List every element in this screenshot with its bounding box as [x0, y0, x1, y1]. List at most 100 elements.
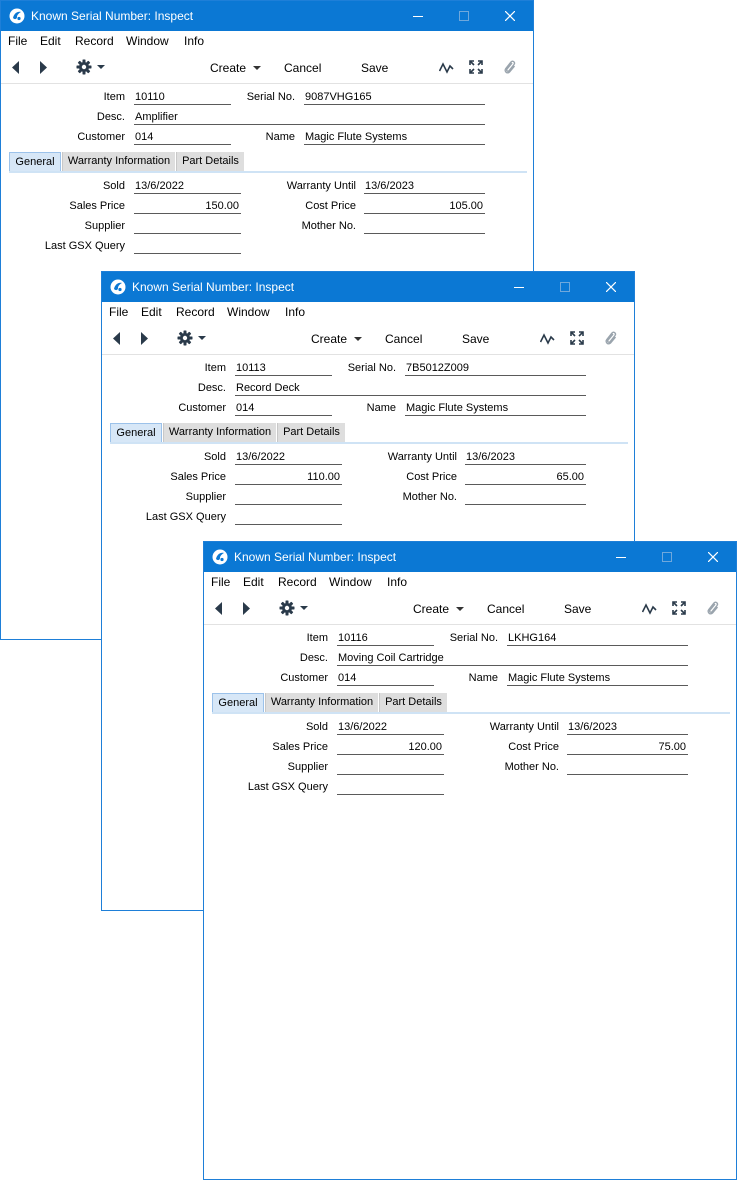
customer-field[interactable]: 014 [235, 401, 332, 416]
prev-record-icon[interactable] [12, 61, 20, 77]
next-record-icon[interactable] [39, 61, 47, 77]
tab-warranty-information[interactable]: Warranty Information [163, 423, 276, 443]
sales-price-field[interactable]: 120.00 [337, 740, 444, 755]
supplier-field[interactable] [235, 490, 342, 505]
minimize-icon[interactable] [395, 1, 441, 31]
attachment-icon[interactable] [503, 59, 517, 79]
cost-price-field[interactable]: 75.00 [567, 740, 688, 755]
gear-icon[interactable] [279, 600, 309, 619]
menu-window[interactable]: Window [227, 305, 270, 319]
prev-record-icon[interactable] [113, 332, 121, 348]
cancel-button[interactable]: Cancel [487, 602, 524, 616]
title-bar[interactable]: Known Serial Number: Inspect [1, 1, 533, 31]
customer-field[interactable]: 014 [134, 130, 231, 145]
minimize-icon[interactable] [598, 542, 644, 572]
save-button[interactable]: Save [564, 602, 591, 616]
mother-no-field[interactable] [364, 219, 485, 234]
menu-record[interactable]: Record [75, 34, 114, 48]
close-icon[interactable] [690, 542, 736, 572]
menu-info[interactable]: Info [285, 305, 305, 319]
desc-field[interactable]: Record Deck [235, 381, 586, 396]
menu-info[interactable]: Info [387, 575, 407, 589]
prev-record-icon[interactable] [215, 602, 223, 618]
create-button[interactable]: Create [210, 61, 262, 75]
close-icon[interactable] [588, 272, 634, 302]
sold-field[interactable]: 13/6/2022 [337, 720, 444, 735]
create-button[interactable]: Create [311, 332, 363, 346]
name-field[interactable]: Magic Flute Systems [304, 130, 485, 145]
menu-record[interactable]: Record [278, 575, 317, 589]
maximize-icon[interactable] [542, 272, 588, 302]
name-field[interactable]: Magic Flute Systems [405, 401, 586, 416]
next-record-icon[interactable] [242, 602, 250, 618]
serial-no-field[interactable]: LKHG164 [507, 631, 688, 646]
tab-part-details[interactable]: Part Details [379, 693, 447, 713]
cancel-button[interactable]: Cancel [284, 61, 321, 75]
attachment-icon[interactable] [706, 600, 720, 620]
activity-icon[interactable] [438, 61, 454, 77]
item-field[interactable]: 10110 [134, 90, 231, 105]
tab-part-details[interactable]: Part Details [176, 152, 244, 172]
warranty-until-field[interactable]: 13/6/2023 [364, 179, 485, 194]
menu-edit[interactable]: Edit [243, 575, 264, 589]
supplier-field[interactable] [337, 760, 444, 775]
close-icon[interactable] [487, 1, 533, 31]
expand-icon[interactable] [469, 60, 483, 77]
tab-general[interactable]: General [9, 152, 61, 172]
attachment-icon[interactable] [604, 330, 618, 350]
name-field[interactable]: Magic Flute Systems [507, 671, 688, 686]
cancel-button[interactable]: Cancel [385, 332, 422, 346]
desc-field[interactable]: Amplifier [134, 110, 485, 125]
sales-price-field[interactable]: 150.00 [134, 199, 241, 214]
sold-field[interactable]: 13/6/2022 [134, 179, 241, 194]
supplier-field[interactable] [134, 219, 241, 234]
customer-field[interactable]: 014 [337, 671, 434, 686]
expand-icon[interactable] [672, 601, 686, 618]
sold-field[interactable]: 13/6/2022 [235, 450, 342, 465]
title-bar[interactable]: Known Serial Number: Inspect [102, 272, 634, 302]
last-gsx-query-field[interactable] [134, 239, 241, 254]
menu-edit[interactable]: Edit [40, 34, 61, 48]
warranty-until-field[interactable]: 13/6/2023 [465, 450, 586, 465]
maximize-icon[interactable] [644, 542, 690, 572]
next-record-icon[interactable] [140, 332, 148, 348]
maximize-icon[interactable] [441, 1, 487, 31]
cost-price-field[interactable]: 65.00 [465, 470, 586, 485]
tab-part-details[interactable]: Part Details [277, 423, 345, 443]
menu-file[interactable]: File [211, 575, 230, 589]
minimize-icon[interactable] [496, 272, 542, 302]
menu-window[interactable]: Window [126, 34, 169, 48]
menu-edit[interactable]: Edit [141, 305, 162, 319]
activity-icon[interactable] [539, 332, 555, 348]
title-bar[interactable]: Known Serial Number: Inspect [204, 542, 736, 572]
gear-icon[interactable] [177, 330, 207, 349]
menu-bar: File Edit Record Window Info [102, 302, 634, 323]
mother-no-field[interactable] [465, 490, 586, 505]
item-field[interactable]: 10116 [337, 631, 434, 646]
tab-general[interactable]: General [110, 423, 162, 443]
warranty-until-field[interactable]: 13/6/2023 [567, 720, 688, 735]
expand-icon[interactable] [570, 331, 584, 348]
tab-warranty-information[interactable]: Warranty Information [62, 152, 175, 172]
last-gsx-query-field[interactable] [235, 510, 342, 525]
tab-general[interactable]: General [212, 693, 264, 713]
mother-no-field[interactable] [567, 760, 688, 775]
menu-record[interactable]: Record [176, 305, 215, 319]
desc-field[interactable]: Moving Coil Cartridge [337, 651, 688, 666]
save-button[interactable]: Save [361, 61, 388, 75]
save-button[interactable]: Save [462, 332, 489, 346]
tab-warranty-information[interactable]: Warranty Information [265, 693, 378, 713]
serial-no-field[interactable]: 7B5012Z009 [405, 361, 586, 376]
serial-no-field[interactable]: 9087VHG165 [304, 90, 485, 105]
gear-icon[interactable] [76, 59, 106, 78]
menu-file[interactable]: File [8, 34, 27, 48]
last-gsx-query-field[interactable] [337, 780, 444, 795]
cost-price-field[interactable]: 105.00 [364, 199, 485, 214]
create-button[interactable]: Create [413, 602, 465, 616]
menu-window[interactable]: Window [329, 575, 372, 589]
sales-price-field[interactable]: 110.00 [235, 470, 342, 485]
item-field[interactable]: 10113 [235, 361, 332, 376]
activity-icon[interactable] [641, 602, 657, 618]
menu-info[interactable]: Info [184, 34, 204, 48]
menu-file[interactable]: File [109, 305, 128, 319]
